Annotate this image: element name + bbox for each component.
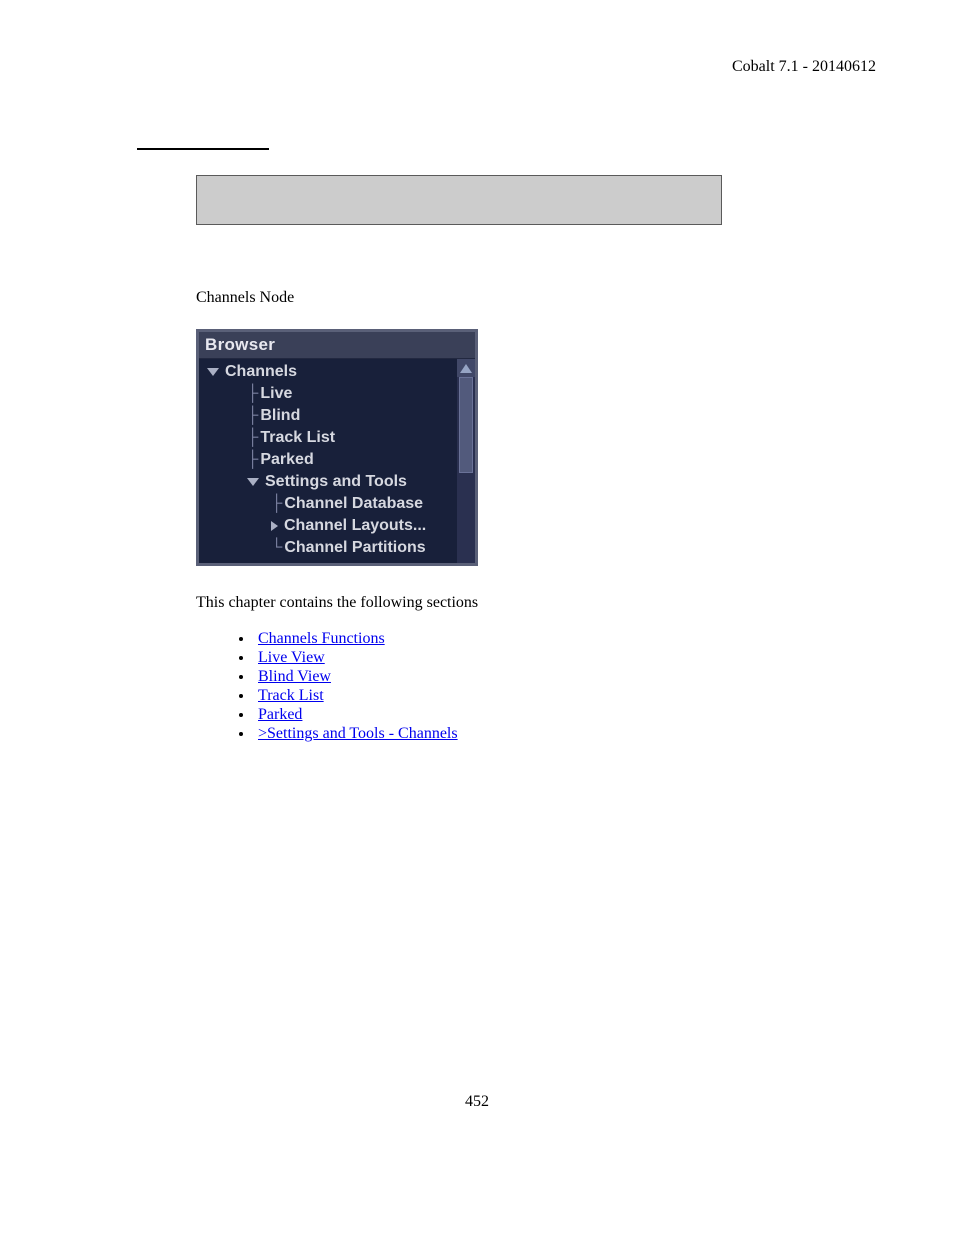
tree-label: Blind bbox=[260, 405, 300, 427]
tree-branch-icon: ├ bbox=[247, 427, 258, 449]
browser-body: Channels ├ Live ├ Blind ├ Track List ├ P… bbox=[199, 359, 475, 563]
tree-branch-icon: ├ bbox=[247, 449, 258, 471]
list-item: Channels Functions bbox=[254, 630, 726, 648]
tree-label: Track List bbox=[260, 427, 335, 449]
scroll-up-button[interactable] bbox=[457, 359, 475, 377]
tree-item-channel-database[interactable]: ├ Channel Database bbox=[199, 493, 455, 515]
tree-label: Channel Layouts... bbox=[284, 515, 426, 537]
browser-title: Browser bbox=[199, 332, 475, 359]
list-item: Parked bbox=[254, 706, 726, 724]
list-item: >Settings and Tools - Channels bbox=[254, 725, 726, 743]
link-track-list[interactable]: Track List bbox=[258, 687, 324, 704]
link-live-view[interactable]: Live View bbox=[258, 649, 325, 666]
tree-label: Channels bbox=[225, 361, 297, 383]
figure-caption: Channels Node bbox=[196, 289, 726, 307]
tree-item-parked[interactable]: ├ Parked bbox=[199, 449, 455, 471]
list-item: Blind View bbox=[254, 668, 726, 686]
tree-label: Channel Partitions bbox=[284, 537, 425, 559]
link-parked[interactable]: Parked bbox=[258, 706, 302, 723]
content-area: Channels Node Browser Channels ├ Live ├ … bbox=[196, 175, 726, 759]
link-blind-view[interactable]: Blind View bbox=[258, 668, 331, 685]
tree-item-settings-tools[interactable]: Settings and Tools bbox=[199, 471, 455, 493]
page-number: 452 bbox=[0, 1093, 954, 1111]
tree-branch-icon: ├ bbox=[271, 493, 282, 515]
intro-text: This chapter contains the following sect… bbox=[196, 594, 726, 612]
tree-label: Parked bbox=[260, 449, 313, 471]
scroll-thumb[interactable] bbox=[459, 377, 473, 473]
chevron-right-icon bbox=[271, 521, 278, 531]
tree-item-channels[interactable]: Channels bbox=[199, 361, 455, 383]
chevron-down-icon bbox=[207, 368, 219, 376]
tree-label: Settings and Tools bbox=[265, 471, 407, 493]
browser-tree: Channels ├ Live ├ Blind ├ Track List ├ P… bbox=[199, 361, 475, 559]
tree-item-track-list[interactable]: ├ Track List bbox=[199, 427, 455, 449]
tree-branch-icon: ├ bbox=[247, 405, 258, 427]
empty-grey-box bbox=[196, 175, 722, 225]
link-settings-tools-channels[interactable]: >Settings and Tools - Channels bbox=[258, 725, 458, 742]
link-channels-functions[interactable]: Channels Functions bbox=[258, 630, 385, 647]
list-item: Track List bbox=[254, 687, 726, 705]
header-version: Cobalt 7.1 - 20140612 bbox=[732, 58, 876, 76]
tree-label: Live bbox=[260, 383, 292, 405]
tree-branch-end-icon: └ bbox=[271, 537, 282, 559]
tree-item-channel-layouts[interactable]: Channel Layouts... bbox=[199, 515, 455, 537]
tree-label: Channel Database bbox=[284, 493, 423, 515]
tree-item-live[interactable]: ├ Live bbox=[199, 383, 455, 405]
tree-branch-icon: ├ bbox=[247, 383, 258, 405]
section-link-list: Channels Functions Live View Blind View … bbox=[196, 630, 726, 743]
up-arrow-icon bbox=[460, 364, 472, 373]
chevron-down-icon bbox=[247, 478, 259, 486]
list-item: Live View bbox=[254, 649, 726, 667]
section-rule bbox=[137, 148, 269, 150]
browser-scrollbar[interactable] bbox=[457, 359, 475, 563]
tree-item-channel-partitions[interactable]: └ Channel Partitions bbox=[199, 537, 455, 559]
tree-item-blind[interactable]: ├ Blind bbox=[199, 405, 455, 427]
browser-panel: Browser Channels ├ Live ├ Blind ├ Track … bbox=[196, 329, 478, 566]
